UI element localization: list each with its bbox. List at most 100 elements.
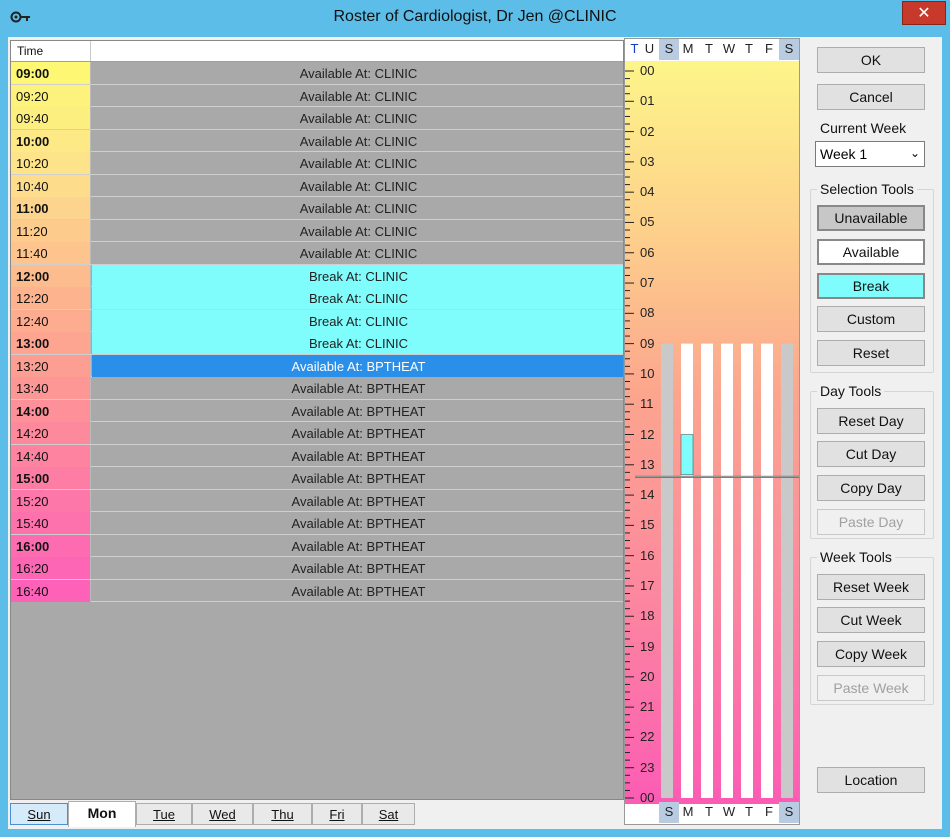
break-button[interactable]: Break [817, 273, 925, 299]
slot-cell[interactable]: Available At: CLINIC [92, 220, 623, 242]
slot-cell[interactable]: Break At: CLINIC [92, 332, 623, 354]
table-row[interactable]: 15:20 Available At: BPTHEAT [11, 489, 623, 512]
table-row[interactable]: 16:40 Available At: BPTHEAT [11, 579, 623, 602]
tab-fri[interactable]: Fri [312, 803, 362, 825]
table-row[interactable]: 11:20 Available At: CLINIC [11, 219, 623, 242]
time-cell[interactable]: 16:00 [11, 534, 91, 557]
slot-cell[interactable]: Available At: CLINIC [92, 107, 623, 129]
slot-cell[interactable]: Break At: CLINIC [92, 287, 623, 309]
table-row[interactable]: 12:00 Break At: CLINIC [11, 264, 623, 287]
current-week-select[interactable]: Week 1 ⌄ [815, 141, 925, 167]
table-row[interactable]: 11:00 Available At: CLINIC [11, 197, 623, 220]
time-cell[interactable]: 12:00 [11, 264, 91, 287]
table-row[interactable]: 15:00 Available At: BPTHEAT [11, 467, 623, 490]
tab-wed[interactable]: Wed [192, 803, 253, 825]
time-cell[interactable]: 13:00 [11, 332, 91, 354]
table-row[interactable]: 10:40 Available At: CLINIC [11, 174, 623, 197]
table-row[interactable]: 15:40 Available At: BPTHEAT [11, 512, 623, 535]
slot-cell[interactable]: Available At: CLINIC [92, 85, 623, 107]
time-cell[interactable]: 15:00 [11, 467, 91, 489]
time-cell[interactable]: 11:40 [11, 242, 91, 264]
slot-cell[interactable]: Break At: CLINIC [92, 309, 623, 332]
tab-thu[interactable]: Thu [253, 803, 312, 825]
table-row[interactable]: 13:40 Available At: BPTHEAT [11, 377, 623, 400]
slot-cell[interactable]: Available At: BPTHEAT [92, 580, 623, 602]
paste-day-button[interactable]: Paste Day [817, 509, 925, 535]
table-row[interactable]: 14:00 Available At: BPTHEAT [11, 399, 623, 422]
time-cell[interactable]: 12:20 [11, 287, 91, 309]
time-column-header[interactable]: Time [11, 41, 91, 61]
time-cell[interactable]: 09:00 [11, 62, 91, 84]
cancel-button[interactable]: Cancel [817, 84, 925, 110]
table-row[interactable]: 09:40 Available At: CLINIC [11, 107, 623, 130]
slot-cell[interactable]: Available At: BPTHEAT [92, 422, 623, 444]
cut-day-button[interactable]: Cut Day [817, 441, 925, 467]
time-cell[interactable]: 13:40 [11, 377, 91, 399]
table-row[interactable]: 13:20 Available At: BPTHEAT [11, 354, 623, 377]
slot-cell[interactable]: Available At: CLINIC [92, 175, 623, 197]
table-row[interactable]: 10:20 Available At: CLINIC [11, 152, 623, 175]
copy-day-button[interactable]: Copy Day [817, 475, 925, 501]
slot-cell[interactable]: Available At: BPTHEAT [92, 535, 623, 557]
copy-week-button[interactable]: Copy Week [817, 641, 925, 667]
slot-cell[interactable]: Available At: BPTHEAT [92, 557, 623, 579]
time-cell[interactable]: 11:00 [11, 197, 91, 219]
slot-cell[interactable]: Available At: BPTHEAT [92, 400, 623, 422]
slot-cell[interactable]: Break At: CLINIC [92, 264, 623, 287]
time-cell[interactable]: 10:40 [11, 174, 91, 197]
time-cell[interactable]: 10:00 [11, 129, 91, 152]
table-row[interactable]: 14:20 Available At: BPTHEAT [11, 422, 623, 445]
table-row[interactable]: 12:20 Break At: CLINIC [11, 287, 623, 310]
slot-cell[interactable]: Available At: CLINIC [92, 152, 623, 174]
location-button[interactable]: Location [817, 767, 925, 793]
cut-week-button[interactable]: Cut Week [817, 607, 925, 633]
unavailable-button[interactable]: Unavailable [817, 205, 925, 231]
slot-cell[interactable]: Available At: BPTHEAT [92, 490, 623, 512]
time-cell[interactable]: 14:20 [11, 422, 91, 444]
ok-button[interactable]: OK [817, 47, 925, 73]
title-bar[interactable]: Roster of Cardiologist, Dr Jen @CLINIC ✕ [0, 0, 950, 38]
tab-tue[interactable]: Tue [136, 803, 192, 825]
time-cell[interactable]: 14:40 [11, 444, 91, 467]
table-row[interactable]: 10:00 Available At: CLINIC [11, 129, 623, 152]
slot-cell[interactable]: Available At: BPTHEAT [92, 467, 623, 489]
schedule-grid[interactable]: Time 09:00 Available At: CLINIC 09:20 Avail… [10, 40, 624, 800]
available-button[interactable]: Available [817, 239, 925, 265]
time-cell[interactable]: 16:20 [11, 557, 91, 579]
time-cell[interactable]: 13:20 [11, 354, 91, 377]
time-cell[interactable]: 09:40 [11, 107, 91, 129]
slot-cell[interactable]: Available At: CLINIC [92, 130, 623, 152]
time-cell[interactable]: 15:20 [11, 489, 91, 512]
slot-cell[interactable]: Available At: BPTHEAT [92, 512, 623, 534]
tab-mon[interactable]: Mon [68, 801, 136, 827]
paste-week-button[interactable]: Paste Week [817, 675, 925, 701]
week-overview[interactable]: T U S M T W T F S S M T W T F S 00 01 02 03 04 05 06 07 08 09 10 11… [624, 38, 800, 825]
table-row[interactable]: 16:00 Available At: BPTHEAT [11, 534, 623, 557]
slot-column-header[interactable] [92, 41, 623, 61]
table-row[interactable]: 11:40 Available At: CLINIC [11, 242, 623, 265]
custom-button[interactable]: Custom [817, 306, 925, 332]
reset-day-button[interactable]: Reset Day [817, 408, 925, 434]
table-row[interactable]: 14:40 Available At: BPTHEAT [11, 444, 623, 467]
slot-cell[interactable]: Available At: BPTHEAT [92, 445, 623, 467]
table-row[interactable]: 09:20 Available At: CLINIC [11, 84, 623, 107]
time-cell[interactable]: 09:20 [11, 84, 91, 107]
tab-sat[interactable]: Sat [362, 803, 415, 825]
reset-week-button[interactable]: Reset Week [817, 574, 925, 600]
close-button[interactable]: ✕ [902, 1, 946, 25]
slot-cell[interactable]: Available At: CLINIC [92, 62, 623, 84]
table-row[interactable]: 12:40 Break At: CLINIC [11, 309, 623, 332]
slot-cell[interactable]: Available At: BPTHEAT [92, 377, 623, 399]
time-cell[interactable]: 14:00 [11, 399, 91, 422]
slot-cell[interactable]: Available At: BPTHEAT [92, 354, 623, 377]
table-row[interactable]: 16:20 Available At: BPTHEAT [11, 557, 623, 580]
time-cell[interactable]: 15:40 [11, 512, 91, 534]
time-cell[interactable]: 11:20 [11, 219, 91, 242]
table-row[interactable]: 09:00 Available At: CLINIC [11, 62, 623, 85]
slot-cell[interactable]: Available At: CLINIC [92, 197, 623, 219]
time-cell[interactable]: 16:40 [11, 579, 91, 602]
time-cell[interactable]: 12:40 [11, 309, 91, 332]
reset-button[interactable]: Reset [817, 340, 925, 366]
time-cell[interactable]: 10:20 [11, 152, 91, 174]
table-row[interactable]: 13:00 Break At: CLINIC [11, 332, 623, 355]
